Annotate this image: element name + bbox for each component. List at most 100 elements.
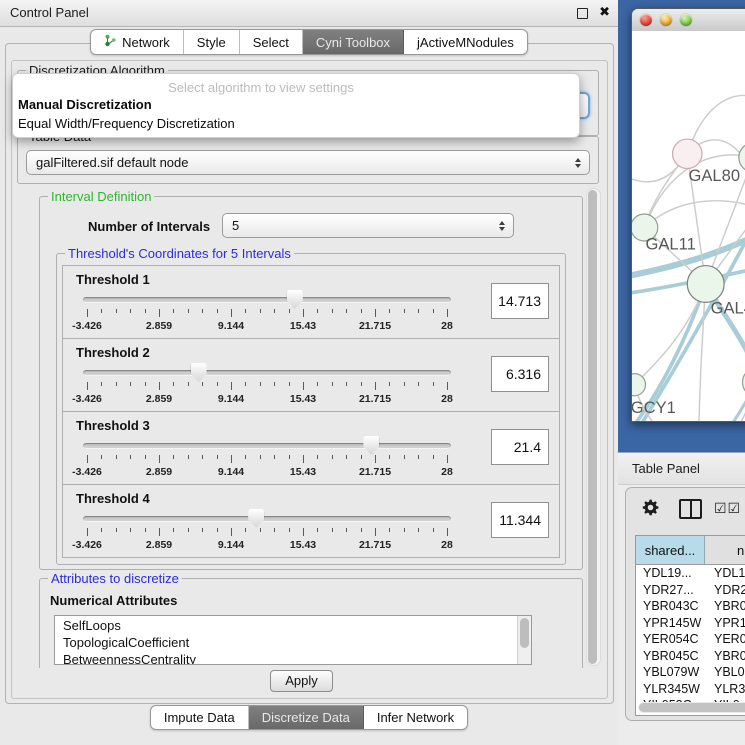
threshold-value-field[interactable]: 14.713 bbox=[491, 283, 549, 319]
slider-track[interactable] bbox=[83, 516, 451, 522]
table-row[interactable]: YLR345W YLR3 bbox=[636, 681, 745, 698]
network-node bbox=[687, 266, 724, 303]
interval-definition-group: Interval Definition Number of Intervals … bbox=[39, 196, 583, 570]
slider-track[interactable] bbox=[83, 297, 451, 303]
network-canvas: GAL80GACGAL11GAL4GCY1HHAP2 bbox=[632, 31, 745, 421]
attributes-listbox[interactable]: SelfLoopsTopologicalCoefficientBetweenne… bbox=[54, 615, 532, 665]
table-row[interactable]: YDL19... YDL1 bbox=[636, 565, 745, 582]
table-data-combobox[interactable]: galFiltered.sif default node bbox=[26, 150, 590, 175]
tab-label: Discretize Data bbox=[262, 710, 350, 725]
settings-scrollbar[interactable] bbox=[586, 188, 601, 666]
slider-track[interactable] bbox=[83, 370, 451, 376]
slider-thumb-icon[interactable] bbox=[191, 363, 207, 382]
threshold-slider[interactable]: -3.4262.8599.14415.4321.71528 bbox=[87, 436, 447, 480]
slider-thumb-icon[interactable] bbox=[363, 436, 379, 455]
threshold-value-field[interactable]: 11.344 bbox=[491, 502, 549, 538]
tab-label: Impute Data bbox=[164, 710, 235, 725]
slider-track[interactable] bbox=[83, 443, 451, 449]
cell-shared-name: YBR043C bbox=[636, 598, 705, 615]
table-panel-body: ☑☑ shared...n YDL19... YDL1 YDR27... YDR… bbox=[625, 487, 745, 721]
slider-tick-labels: -3.4262.8599.14415.4321.71528 bbox=[87, 320, 447, 332]
attribute-item[interactable]: SelfLoops bbox=[55, 617, 517, 634]
algorithm-dropdown-popup: Select algorithm to view settings Manual… bbox=[12, 73, 580, 138]
cell-name: YDR2 bbox=[705, 582, 745, 599]
tab[interactable]: Cyni Toolbox bbox=[303, 30, 404, 54]
threshold-label: Threshold 4 bbox=[76, 491, 150, 506]
table-rows: YDL19... YDL1 YDR27... YDR2 YBR043C YBR0… bbox=[636, 565, 745, 714]
list-scrollbar[interactable] bbox=[517, 616, 531, 664]
network-view[interactable]: GAL80GACGAL11GAL4GCY1HHAP2 bbox=[632, 31, 745, 421]
horizontal-scrollbar[interactable] bbox=[638, 702, 745, 713]
cell-shared-name: YDL19... bbox=[636, 565, 705, 582]
numerical-attributes-label: Numerical Attributes bbox=[50, 593, 177, 608]
network-window-titlebar bbox=[632, 9, 745, 32]
tab[interactable]: Impute Data bbox=[151, 706, 249, 729]
attribute-item[interactable]: TopologicalCoefficient bbox=[55, 634, 517, 651]
combo-spinner-icon bbox=[499, 221, 505, 231]
cell-shared-name: YDR27... bbox=[636, 582, 705, 599]
tab[interactable]: Infer Network bbox=[364, 706, 467, 729]
control-panel-titlebar: Control Panel ✖ bbox=[0, 0, 618, 27]
tab[interactable]: Style bbox=[184, 30, 240, 54]
zoom-traffic-light-icon[interactable] bbox=[680, 14, 692, 26]
table-header-row: shared...n bbox=[636, 536, 745, 565]
group-title: Threshold's Coordinates for 5 Intervals bbox=[65, 246, 294, 261]
cell-name: YER0 bbox=[705, 631, 745, 648]
table-data-value: galFiltered.sif default node bbox=[36, 155, 188, 170]
threshold-slider[interactable]: -3.4262.8599.14415.4321.71528 bbox=[87, 363, 447, 407]
table-row[interactable]: YER054C YER0 bbox=[636, 631, 745, 648]
tab[interactable]: Discretize Data bbox=[249, 706, 364, 729]
slider-thumb-icon[interactable] bbox=[248, 509, 264, 528]
select-columns-icon[interactable]: ☑☑ bbox=[714, 500, 741, 517]
gear-icon[interactable] bbox=[640, 497, 661, 518]
threshold-slider[interactable]: -3.4262.8599.14415.4321.71528 bbox=[87, 290, 447, 334]
split-view-icon[interactable] bbox=[679, 499, 702, 519]
tab[interactable]: jActiveMNodules bbox=[404, 30, 527, 54]
panel-title: Control Panel bbox=[10, 5, 89, 20]
cell-shared-name: YLR345W bbox=[636, 681, 705, 698]
threshold-value-field[interactable]: 21.4 bbox=[491, 429, 549, 465]
column-header[interactable]: n bbox=[705, 536, 745, 564]
threshold-list: Threshold 1 -3.4262.8599.14415.4321.7152… bbox=[62, 266, 560, 558]
table-data-group: Table Data galFiltered.sif default node bbox=[17, 136, 599, 184]
node-table: shared...n YDL19... YDL1 YDR27... YDR2 Y… bbox=[635, 535, 745, 716]
slider-thumb-icon[interactable] bbox=[287, 290, 303, 309]
network-node bbox=[632, 374, 646, 396]
network-icon bbox=[104, 34, 117, 50]
close-traffic-light-icon[interactable] bbox=[640, 14, 652, 26]
dropdown-item[interactable]: Equal Width/Frequency Discretization bbox=[18, 116, 235, 131]
right-panel: GAL80GACGAL11GAL4GCY1HHAP2 Table Panel ☑… bbox=[618, 0, 745, 745]
group-title: Interval Definition bbox=[48, 189, 154, 204]
table-row[interactable]: YDR27... YDR2 bbox=[636, 582, 745, 599]
thresholds-group: Threshold's Coordinates for 5 Intervals … bbox=[56, 253, 566, 565]
table-row[interactable]: YBR045C YBR0 bbox=[636, 648, 745, 665]
apply-button[interactable]: Apply bbox=[270, 670, 333, 692]
tab[interactable]: Select bbox=[240, 30, 303, 54]
threshold-slider[interactable]: -3.4262.8599.14415.4321.71528 bbox=[87, 509, 447, 553]
table-row[interactable]: YBR043C YBR0 bbox=[636, 598, 745, 615]
number-of-intervals-value: 5 bbox=[232, 218, 239, 233]
slider-ticks bbox=[87, 382, 447, 391]
float-window-icon[interactable] bbox=[577, 8, 588, 19]
threshold-row: Threshold 4 -3.4262.8599.14415.4321.7152… bbox=[62, 484, 560, 558]
close-icon[interactable]: ✖ bbox=[599, 4, 610, 20]
number-of-intervals-combobox[interactable]: 5 bbox=[222, 213, 514, 238]
dropdown-item[interactable]: Manual Discretization bbox=[18, 97, 152, 112]
bottom-tabs: Impute Data Discretize Data Infer Networ… bbox=[150, 705, 468, 730]
table-row[interactable]: YPR145W YPR1 bbox=[636, 615, 745, 632]
tab-label: Select bbox=[253, 35, 289, 50]
attribute-item[interactable]: BetweennessCentrality bbox=[55, 651, 517, 665]
tab[interactable]: Network bbox=[91, 30, 184, 54]
cell-shared-name: YBL079W bbox=[636, 664, 705, 681]
threshold-value-field[interactable]: 6.316 bbox=[491, 356, 549, 392]
column-header[interactable]: shared... bbox=[636, 536, 705, 564]
attributes-group: Attributes to discretize Numerical Attri… bbox=[39, 578, 583, 668]
number-of-intervals-label: Number of Intervals bbox=[88, 219, 210, 234]
table-row[interactable]: YBL079W YBL0 bbox=[636, 664, 745, 681]
dropdown-items: Manual Discretization Equal Width/Frequen… bbox=[13, 74, 579, 137]
cell-name: YLR3 bbox=[705, 681, 745, 698]
table-panel-header: Table Panel bbox=[618, 452, 745, 485]
minimize-traffic-light-icon[interactable] bbox=[660, 14, 672, 26]
tab-label: jActiveMNodules bbox=[417, 35, 514, 50]
network-node-label: GAL80 bbox=[688, 166, 740, 185]
